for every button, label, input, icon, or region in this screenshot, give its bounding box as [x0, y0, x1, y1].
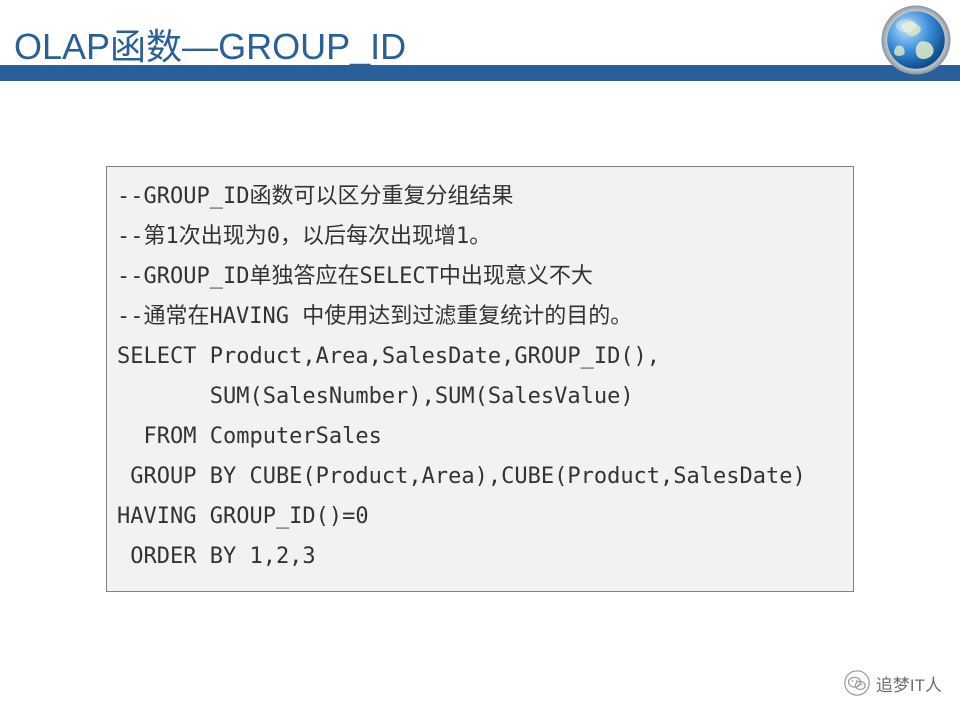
code-line: --GROUP_ID单独答应在SELECT中出现意义不大 — [117, 257, 843, 297]
watermark: 追梦IT人 — [844, 670, 942, 696]
title-middle: 函数— — [110, 26, 218, 67]
watermark-text: 追梦IT人 — [876, 671, 942, 696]
code-line: GROUP BY CUBE(Product,Area),CUBE(Product… — [117, 457, 843, 497]
slide-header: OLAP函数—GROUP_ID — [0, 0, 960, 80]
code-line: HAVING GROUP_ID()=0 — [117, 497, 843, 537]
code-line: --GROUP_ID函数可以区分重复分组结果 — [117, 177, 843, 217]
code-block: --GROUP_ID函数可以区分重复分组结果 --第1次出现为0，以后每次出现增… — [106, 166, 854, 592]
code-line: --第1次出现为0，以后每次出现增1。 — [117, 217, 843, 257]
code-line: FROM ComputerSales — [117, 417, 843, 457]
title-prefix: OLAP — [14, 26, 110, 67]
globe-icon — [880, 4, 952, 76]
page-title: OLAP函数—GROUP_ID — [14, 18, 406, 70]
wechat-icon — [844, 670, 870, 696]
code-line: SELECT Product,Area,SalesDate,GROUP_ID()… — [117, 337, 843, 377]
code-line: SUM(SalesNumber),SUM(SalesValue) — [117, 377, 843, 417]
header-bar — [0, 65, 960, 81]
code-line: ORDER BY 1,2,3 — [117, 537, 843, 577]
title-suffix: GROUP_ID — [218, 26, 406, 67]
code-line: --通常在HAVING 中使用达到过滤重复统计的目的。 — [117, 297, 843, 337]
